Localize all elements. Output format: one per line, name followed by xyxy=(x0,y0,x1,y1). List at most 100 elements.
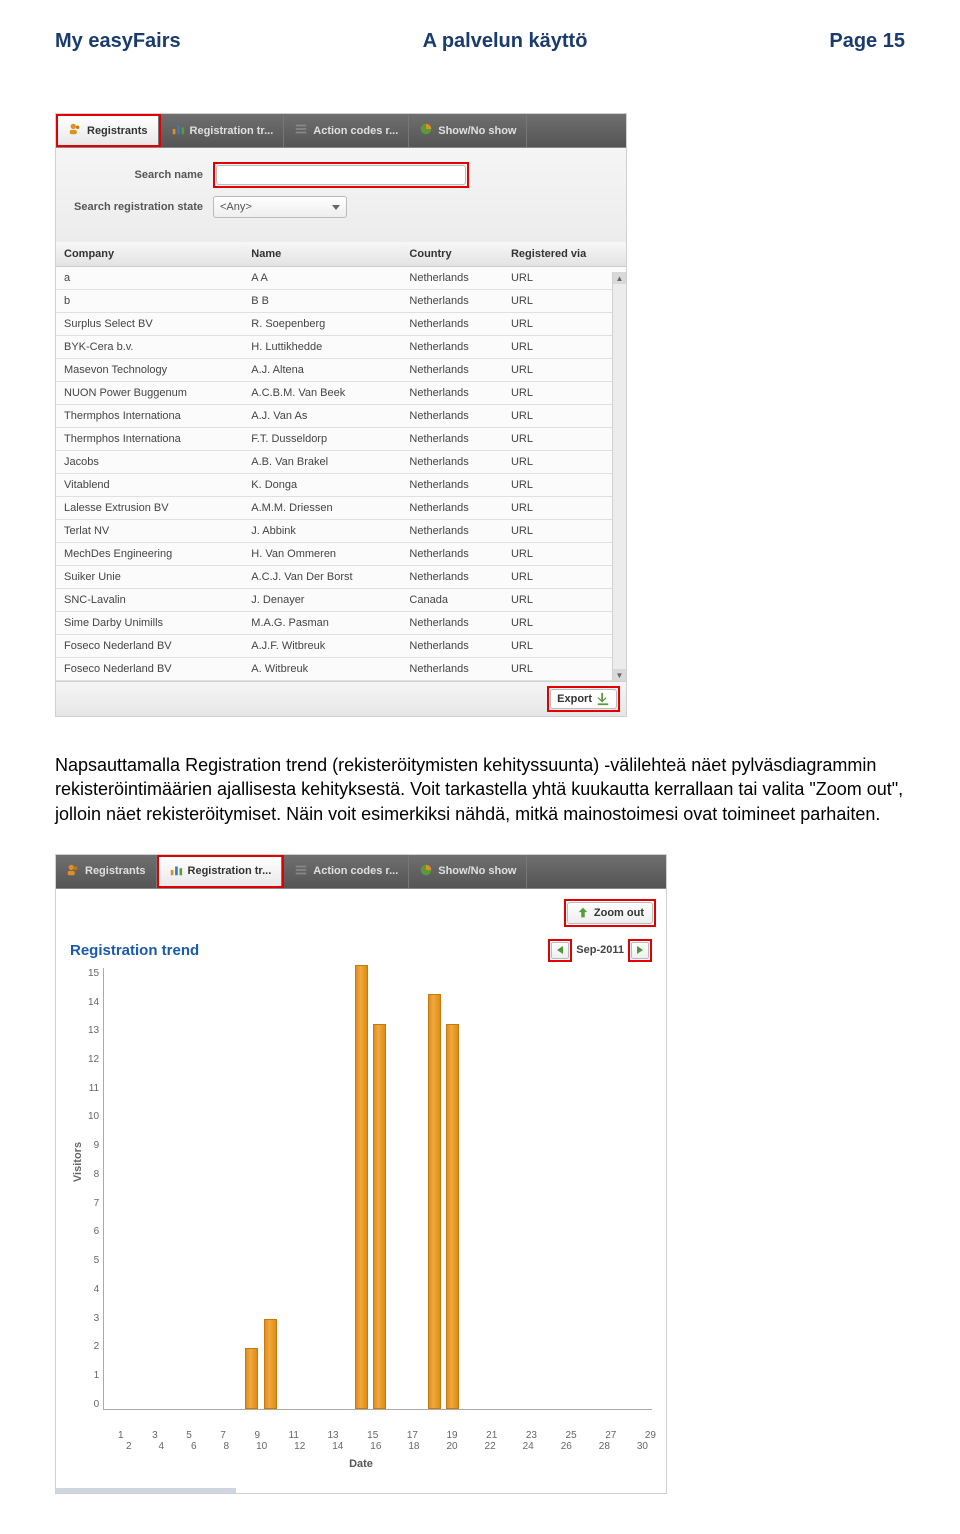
tab-registration-tr-[interactable]: Registration tr... xyxy=(159,857,283,886)
x-tick: 1 xyxy=(118,1430,124,1441)
scroll-up-icon[interactable]: ▲ xyxy=(613,272,626,284)
x-tick: 11 xyxy=(289,1430,299,1441)
cell-via: URL xyxy=(503,405,626,428)
scrollbar[interactable]: ▲ ▼ xyxy=(612,272,626,681)
y-tick: 8 xyxy=(88,1169,99,1180)
cell-company: a xyxy=(56,267,243,290)
pie-icon xyxy=(419,863,433,880)
export-button[interactable]: Export xyxy=(550,689,617,709)
bar xyxy=(264,1319,277,1409)
table-row[interactable]: aA ANetherlandsURL xyxy=(56,267,626,290)
body-text: Napsauttamalla Registration trend (rekis… xyxy=(55,753,905,826)
cell-via: URL xyxy=(503,543,626,566)
table-row[interactable]: JacobsA.B. Van BrakelNetherlandsURL xyxy=(56,451,626,474)
cell-via: URL xyxy=(503,267,626,290)
cell-company: Lalesse Extrusion BV xyxy=(56,497,243,520)
cell-name: J. Abbink xyxy=(243,520,401,543)
cell-name: A.J. Altena xyxy=(243,359,401,382)
chevron-down-icon xyxy=(332,205,340,210)
registrants-table: CompanyNameCountryRegistered via aA ANet… xyxy=(56,242,626,681)
y-tick: 9 xyxy=(88,1140,99,1151)
col-country[interactable]: Country xyxy=(401,242,503,267)
table-row[interactable]: NUON Power BuggenumA.C.B.M. Van BeekNeth… xyxy=(56,382,626,405)
cell-via: URL xyxy=(503,612,626,635)
cell-country: Netherlands xyxy=(401,336,503,359)
table-row[interactable]: Suiker UnieA.C.J. Van Der BorstNetherlan… xyxy=(56,566,626,589)
zoom-out-button[interactable]: Zoom out xyxy=(567,902,653,924)
table-row[interactable]: MechDes EngineeringH. Van OmmerenNetherl… xyxy=(56,543,626,566)
month-label: Sep-2011 xyxy=(576,944,624,956)
x-tick: 18 xyxy=(408,1441,419,1452)
header-left: My easyFairs xyxy=(55,30,181,53)
table-row[interactable]: Foseco Nederland BVA.J.F. WitbreukNether… xyxy=(56,635,626,658)
cell-country: Netherlands xyxy=(401,520,503,543)
cell-country: Netherlands xyxy=(401,267,503,290)
col-company[interactable]: Company xyxy=(56,242,243,267)
x-tick: 12 xyxy=(294,1441,305,1452)
table-row[interactable]: SNC-LavalinJ. DenayerCanadaURL xyxy=(56,589,626,612)
tab-label: Registration tr... xyxy=(188,865,272,877)
tab-registration-tr-[interactable]: Registration tr... xyxy=(161,114,285,147)
cell-country: Netherlands xyxy=(401,451,503,474)
y-tick: 15 xyxy=(88,968,99,979)
tab-show-no-show[interactable]: Show/No show xyxy=(409,114,527,147)
y-tick: 10 xyxy=(88,1111,99,1122)
table-row[interactable]: Sime Darby UnimillsM.A.G. PasmanNetherla… xyxy=(56,612,626,635)
x-tick: 19 xyxy=(447,1430,458,1441)
bars-icon xyxy=(171,122,185,139)
chart-area: Visitors 1514131211109876543210 xyxy=(56,964,666,1428)
table-row[interactable]: Thermphos InternationaF.T. DusseldorpNet… xyxy=(56,428,626,451)
x-tick: 15 xyxy=(367,1430,378,1441)
table-row[interactable]: Lalesse Extrusion BVA.M.M. DriessenNethe… xyxy=(56,497,626,520)
col-name[interactable]: Name xyxy=(243,242,401,267)
cell-company: Thermphos Internationa xyxy=(56,428,243,451)
x-tick: 6 xyxy=(191,1441,197,1452)
dropdown-value: <Any> xyxy=(220,201,252,213)
x-tick: 24 xyxy=(523,1441,534,1452)
cell-via: URL xyxy=(503,566,626,589)
tab-action-codes-r-[interactable]: Action codes r... xyxy=(284,114,409,147)
table-row[interactable]: bB BNetherlandsURL xyxy=(56,290,626,313)
cell-name: K. Donga xyxy=(243,474,401,497)
x-tick: 30 xyxy=(637,1441,648,1452)
x-tick: 22 xyxy=(485,1441,496,1452)
next-month-button[interactable] xyxy=(631,942,649,959)
x-tick: 21 xyxy=(486,1430,497,1441)
y-tick: 0 xyxy=(88,1399,99,1410)
prev-month-button[interactable] xyxy=(551,942,569,959)
col-registered-via[interactable]: Registered via xyxy=(503,242,626,267)
table-row[interactable]: BYK-Cera b.v.H. LuttikheddeNetherlandsUR… xyxy=(56,336,626,359)
search-name-input[interactable] xyxy=(216,165,466,185)
export-label: Export xyxy=(557,693,592,705)
tab-registrants[interactable]: Registrants xyxy=(58,116,159,145)
cell-company: SNC-Lavalin xyxy=(56,589,243,612)
table-row[interactable]: VitablendK. DongaNetherlandsURL xyxy=(56,474,626,497)
cell-company: Foseco Nederland BV xyxy=(56,658,243,681)
arrow-left-icon xyxy=(557,946,563,954)
cell-country: Netherlands xyxy=(401,428,503,451)
cell-company: Thermphos Internationa xyxy=(56,405,243,428)
table-row[interactable]: Terlat NVJ. AbbinkNetherlandsURL xyxy=(56,520,626,543)
tab-label: Registrants xyxy=(85,865,146,877)
tab-registrants[interactable]: Registrants xyxy=(56,855,157,888)
x-tick: 8 xyxy=(224,1441,230,1452)
tab-action-codes-r-[interactable]: Action codes r... xyxy=(284,855,409,888)
x-tick: 26 xyxy=(561,1441,572,1452)
table-row[interactable]: Foseco Nederland BVA. WitbreukNetherland… xyxy=(56,658,626,681)
cell-company: Sime Darby Unimills xyxy=(56,612,243,635)
cell-company: Foseco Nederland BV xyxy=(56,635,243,658)
table-row[interactable]: Surplus Select BVR. SoepenbergNetherland… xyxy=(56,313,626,336)
table-row[interactable]: Masevon TechnologyA.J. AltenaNetherlands… xyxy=(56,359,626,382)
table-row[interactable]: Thermphos InternationaA.J. Van AsNetherl… xyxy=(56,405,626,428)
search-state-dropdown[interactable]: <Any> xyxy=(213,196,347,218)
x-tick: 27 xyxy=(605,1430,616,1441)
cell-name: J. Denayer xyxy=(243,589,401,612)
x-tick: 25 xyxy=(566,1430,577,1441)
cell-company: Surplus Select BV xyxy=(56,313,243,336)
scroll-down-icon[interactable]: ▼ xyxy=(613,669,626,681)
cell-name: F.T. Dusseldorp xyxy=(243,428,401,451)
arrow-right-icon xyxy=(637,946,643,954)
tab-show-no-show[interactable]: Show/No show xyxy=(409,855,527,888)
zoom-out-label: Zoom out xyxy=(594,907,644,919)
y-tick: 4 xyxy=(88,1284,99,1295)
